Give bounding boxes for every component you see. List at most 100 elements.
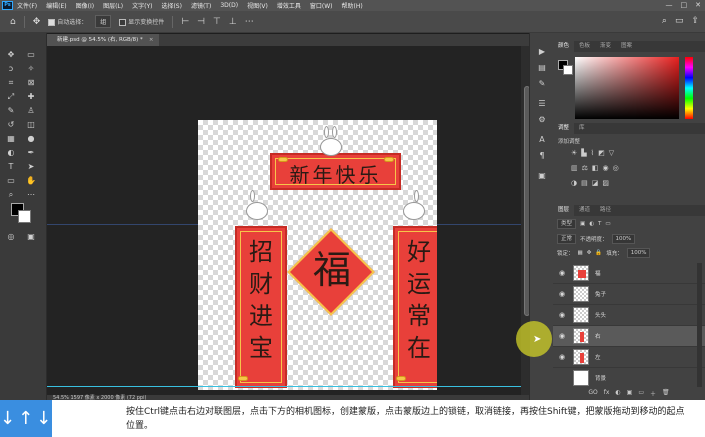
history-brush-icon[interactable]: ↺ xyxy=(4,119,18,131)
exposure-icon[interactable]: ◩ xyxy=(598,149,605,157)
show-transform-checkbox[interactable] xyxy=(119,19,127,26)
stamp-tool-icon[interactable]: ♙ xyxy=(24,105,38,117)
magic-wand-icon[interactable]: ✧ xyxy=(24,63,38,75)
adjustments-icon[interactable]: ⚙ xyxy=(537,115,547,125)
frame-tool-icon[interactable]: ⊠ xyxy=(24,77,38,89)
search-icon[interactable]: ⌕ xyxy=(662,16,667,26)
brush-tool-icon[interactable]: ✎ xyxy=(4,105,18,117)
hand-tool-icon[interactable]: ✋ xyxy=(24,175,38,187)
document-canvas[interactable]: 新年快乐 招财进宝 好运常在 福 xyxy=(198,120,437,390)
add-mask-icon[interactable]: ◐ xyxy=(615,389,620,399)
photo-filter-icon[interactable]: ◉ xyxy=(603,164,609,172)
zoom-tool-icon[interactable]: ⌕ xyxy=(4,189,18,201)
selective-color-icon[interactable]: ▨ xyxy=(602,179,609,187)
opacity-input[interactable]: 100% xyxy=(611,234,636,244)
filter-adjust-icon[interactable]: ◐ xyxy=(589,221,594,227)
tab-libraries[interactable]: 库 xyxy=(574,123,590,134)
filter-type-icon[interactable]: T xyxy=(598,221,601,227)
color-picker-field[interactable] xyxy=(575,57,679,119)
menu-type[interactable]: 文字(Y) xyxy=(132,1,152,10)
eyedropper-icon[interactable]: ⤢ xyxy=(4,91,18,103)
path-select-icon[interactable]: ➤ xyxy=(24,161,38,173)
visibility-eye-icon[interactable]: ◉ xyxy=(553,290,571,298)
tab-adjustments[interactable]: 调整 xyxy=(553,123,575,134)
artboard-tool-icon[interactable]: ▭ xyxy=(24,49,38,61)
move-tool-icon[interactable]: ✥ xyxy=(4,49,18,61)
play-icon[interactable]: ▶ xyxy=(537,47,547,57)
menu-layer[interactable]: 图层(L) xyxy=(103,1,123,10)
channel-mixer-icon[interactable]: ◎ xyxy=(613,164,619,172)
menu-view[interactable]: 视图(V) xyxy=(247,1,268,10)
tab-swatches[interactable]: 色板 xyxy=(574,41,595,52)
close-button[interactable]: ✕ xyxy=(695,1,701,9)
new-group-icon[interactable]: ▭ xyxy=(638,389,644,399)
screen-mode-icon[interactable]: ▣ xyxy=(24,231,38,243)
auto-select-toggle[interactable]: 自动选择： xyxy=(48,17,87,26)
tab-patterns[interactable]: 图案 xyxy=(616,41,637,52)
lasso-tool-icon[interactable]: ↄ xyxy=(4,63,18,75)
lock-all-icon[interactable]: 🔒 xyxy=(595,250,602,256)
paragraph-icon[interactable]: ¶ xyxy=(537,151,547,161)
visibility-eye-icon[interactable]: ◉ xyxy=(553,353,571,361)
lock-position-icon[interactable]: ✥ xyxy=(587,250,592,256)
character-icon[interactable]: A xyxy=(537,135,547,145)
dodge-tool-icon[interactable]: ◐ xyxy=(4,147,18,159)
lock-pixels-icon[interactable]: ▦ xyxy=(578,250,583,256)
minimize-button[interactable]: — xyxy=(666,1,673,9)
brush-settings-icon[interactable]: ✎ xyxy=(537,79,547,89)
menu-help[interactable]: 帮助(H) xyxy=(342,1,363,10)
layer-kind-filter[interactable]: 类型 xyxy=(557,219,577,229)
align-center-icon[interactable]: ⊣ xyxy=(197,17,205,27)
curves-icon[interactable]: ⌇ xyxy=(591,149,594,157)
pen-tool-icon[interactable]: ✒ xyxy=(24,147,38,159)
link-layers-icon[interactable]: GO xyxy=(588,389,597,399)
layers-scrollbar[interactable] xyxy=(697,263,702,387)
share-icon[interactable]: ⇪ xyxy=(691,16,699,26)
panel-background-swatch[interactable] xyxy=(563,65,573,75)
vibrance-icon[interactable]: ▽ xyxy=(609,149,614,157)
close-tab-icon[interactable]: × xyxy=(149,37,154,43)
healing-brush-icon[interactable]: ✚ xyxy=(24,91,38,103)
layer-row[interactable]: ◉ 头头 xyxy=(553,305,705,326)
menu-window[interactable]: 窗口(W) xyxy=(310,1,333,10)
distribute-icon[interactable]: ⋯ xyxy=(245,17,254,27)
menu-image[interactable]: 图像(I) xyxy=(76,1,94,10)
document-tab[interactable]: 新建.psd @ 54.5% (右, RGB/8) * × xyxy=(47,34,160,46)
tab-gradients[interactable]: 渐变 xyxy=(595,41,616,52)
tab-layers[interactable]: 图层 xyxy=(553,205,575,216)
filter-shape-icon[interactable]: ▭ xyxy=(605,221,610,227)
visibility-eye-icon[interactable]: ◉ xyxy=(553,269,571,277)
visibility-eye-icon[interactable]: ◉ xyxy=(553,332,571,340)
fx-icon[interactable]: fx xyxy=(604,389,610,399)
delete-layer-icon[interactable]: 🗑 xyxy=(662,389,670,399)
fill-input[interactable]: 100% xyxy=(626,248,651,258)
filter-pixel-icon[interactable]: ▣ xyxy=(580,221,585,227)
color-balance-icon[interactable]: ⚖ xyxy=(582,164,588,172)
menu-file[interactable]: 文件(F) xyxy=(17,1,37,10)
home-icon[interactable]: ⌂ xyxy=(10,17,16,27)
brightness-icon[interactable]: ☀ xyxy=(571,149,577,157)
layer-row[interactable]: ◉ 兔子 xyxy=(553,284,705,305)
layer-row[interactable]: 背景 xyxy=(553,368,705,387)
quick-mask-icon[interactable]: ◎ xyxy=(4,231,18,243)
maximize-button[interactable]: □ xyxy=(681,1,688,9)
type-tool-icon[interactable]: T xyxy=(4,161,18,173)
black-white-icon[interactable]: ◧ xyxy=(592,164,599,172)
hue-slider[interactable] xyxy=(685,57,693,119)
shape-tool-icon[interactable]: ▭ xyxy=(4,175,18,187)
visibility-eye-icon[interactable]: ◉ xyxy=(553,311,571,319)
layer-row[interactable]: ◉ 左 xyxy=(553,347,705,368)
auto-select-checkbox[interactable] xyxy=(48,19,56,26)
menu-edit[interactable]: 编辑(E) xyxy=(46,1,66,10)
auto-select-target-dropdown[interactable]: 组 xyxy=(95,15,112,28)
libraries-icon[interactable]: ▣ xyxy=(537,171,547,181)
tab-color[interactable]: 颜色 xyxy=(553,41,575,52)
levels-icon[interactable]: ▙ xyxy=(581,149,586,157)
tab-channels[interactable]: 通道 xyxy=(574,205,595,216)
adjustment-layer-icon[interactable]: ▣ xyxy=(627,389,633,399)
threshold-icon[interactable]: ◪ xyxy=(592,179,599,187)
background-color-swatch[interactable] xyxy=(18,210,31,223)
move-tool-icon[interactable]: ✥ xyxy=(33,17,41,27)
align-middle-icon[interactable]: ⊥ xyxy=(229,17,237,27)
new-layer-icon[interactable]: ＋ xyxy=(650,389,656,399)
